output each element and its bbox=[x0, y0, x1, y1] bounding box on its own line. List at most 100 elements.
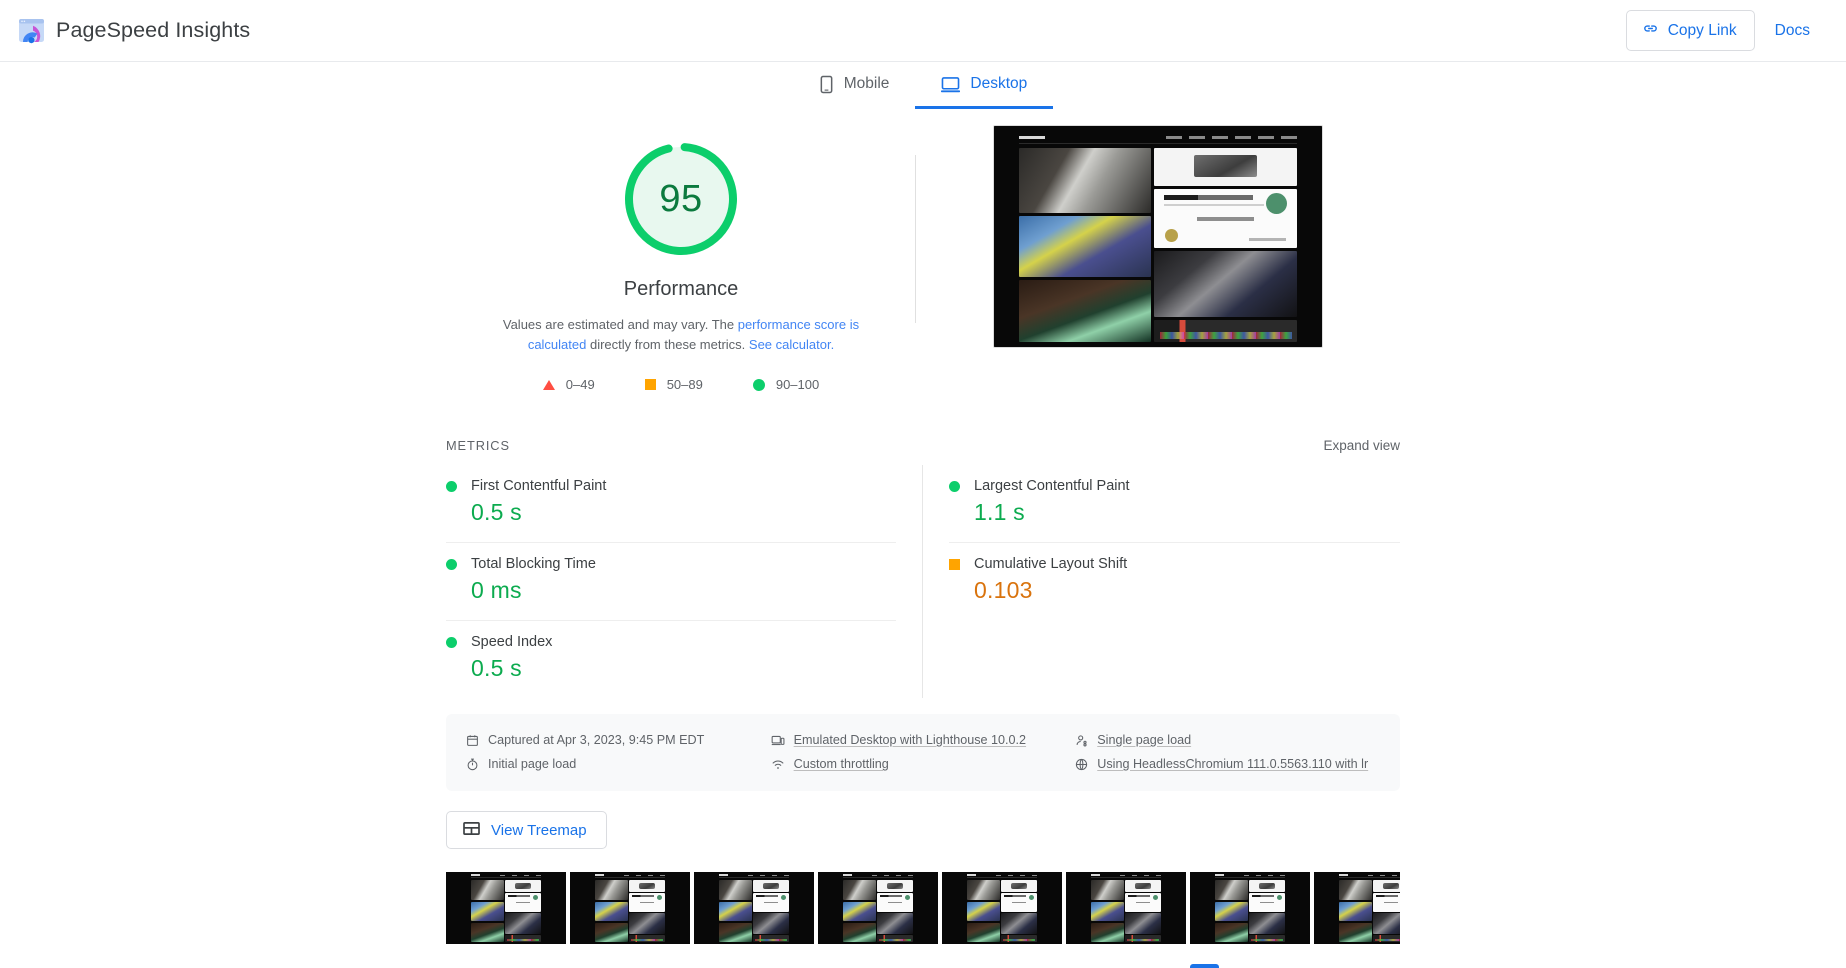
metric-name: Largest Contentful Paint bbox=[974, 478, 1130, 494]
browser-globe-icon bbox=[1075, 758, 1088, 771]
link-icon bbox=[1642, 20, 1659, 41]
audit-filter-chip-all[interactable]: All bbox=[1190, 964, 1219, 968]
tabs-group: Mobile Desktop bbox=[793, 62, 1054, 109]
gauge-desc-middle: directly from these metrics. bbox=[586, 337, 749, 352]
environment-column-1: Captured at Apr 3, 2023, 9:45 PM EDT Ini… bbox=[466, 728, 771, 776]
environment-column-3: Single page load Using HeadlessChromium … bbox=[1075, 728, 1380, 776]
legend-item-fail: 0–49 bbox=[542, 377, 595, 392]
tab-desktop-label: Desktop bbox=[970, 75, 1028, 92]
performance-score: 95 bbox=[659, 177, 703, 220]
filmstrip-frame[interactable] bbox=[1190, 872, 1310, 944]
metric-value: 0 ms bbox=[471, 577, 522, 603]
metric-name: Cumulative Layout Shift bbox=[974, 556, 1128, 572]
metric-first-contentful-paint[interactable]: First Contentful Paint 0.5 s bbox=[446, 465, 896, 543]
audit-filter-row: Show audits relevant to: All FCP LCP TBT… bbox=[446, 964, 1400, 968]
header-actions: Copy Link Docs bbox=[1625, 10, 1824, 51]
gauge-category-label: Performance bbox=[623, 278, 739, 300]
stopwatch-icon bbox=[466, 758, 479, 771]
metric-value: 0.5 s bbox=[471, 499, 522, 525]
filmstrip bbox=[446, 872, 1400, 944]
metric-name: Speed Index bbox=[471, 634, 553, 650]
filmstrip-frame[interactable] bbox=[818, 872, 938, 944]
square-orange-icon bbox=[949, 558, 960, 570]
single-user-icon bbox=[1075, 734, 1088, 747]
desktop-monitor-icon bbox=[941, 76, 961, 93]
env-text[interactable]: Using HeadlessChromium 111.0.5563.110 wi… bbox=[1097, 757, 1368, 771]
legend-range-fail: 0–49 bbox=[565, 377, 595, 392]
devices-icon bbox=[771, 734, 785, 747]
mobile-phone-icon bbox=[819, 75, 834, 94]
metric-name: Total Blocking Time bbox=[471, 556, 596, 572]
filmstrip-frame[interactable] bbox=[1314, 872, 1400, 944]
env-single-page-load[interactable]: Single page load bbox=[1075, 728, 1380, 752]
final-screenshot-section bbox=[916, 121, 1400, 348]
environment-column-2: Emulated Desktop with Lighthouse 10.0.2 … bbox=[771, 728, 1076, 776]
expand-view-toggle[interactable]: Expand view bbox=[1323, 438, 1400, 453]
metric-total-blocking-time[interactable]: Total Blocking Time 0 ms bbox=[446, 543, 896, 621]
metric-value: 0.5 s bbox=[471, 655, 522, 681]
treemap-icon bbox=[463, 821, 480, 839]
metrics-column-right: Largest Contentful Paint 1.1 s Cumulativ… bbox=[923, 465, 1400, 698]
filmstrip-frame[interactable] bbox=[942, 872, 1062, 944]
tab-mobile[interactable]: Mobile bbox=[793, 62, 916, 109]
report-container: 95 Performance Values are estimated and … bbox=[446, 109, 1400, 968]
metric-name: First Contentful Paint bbox=[471, 478, 607, 494]
env-text[interactable]: Single page load bbox=[1097, 733, 1191, 747]
app-header: PageSpeed Insights Copy Link Docs bbox=[0, 0, 1846, 62]
env-initial-page-load: Initial page load bbox=[466, 752, 771, 776]
copy-link-label: Copy Link bbox=[1667, 21, 1737, 39]
network-throttle-icon bbox=[771, 758, 785, 771]
circle-green-icon bbox=[752, 378, 765, 391]
metrics-column-left: First Contentful Paint 0.5 s Total Block… bbox=[446, 465, 923, 698]
treemap-row: View Treemap bbox=[446, 811, 1400, 849]
filmstrip-frame[interactable] bbox=[446, 872, 566, 944]
legend-item-average: 50–89 bbox=[644, 377, 703, 392]
metrics-section-title: METRICS bbox=[446, 438, 510, 453]
tab-mobile-label: Mobile bbox=[843, 75, 890, 92]
environment-bar: Captured at Apr 3, 2023, 9:45 PM EDT Ini… bbox=[446, 714, 1400, 791]
circle-green-icon bbox=[446, 480, 457, 492]
form-factor-tabs: Mobile Desktop bbox=[0, 62, 1846, 109]
gauge-desc-prefix: Values are estimated and may vary. The bbox=[502, 317, 738, 332]
circle-green-icon bbox=[446, 636, 457, 648]
pagespeed-logo-icon bbox=[18, 17, 45, 44]
env-throttling[interactable]: Custom throttling bbox=[771, 752, 1076, 776]
metric-largest-contentful-paint[interactable]: Largest Contentful Paint 1.1 s bbox=[949, 465, 1400, 543]
performance-gauge[interactable]: 95 bbox=[619, 137, 743, 261]
triangle-red-icon bbox=[542, 379, 555, 390]
filmstrip-frame[interactable] bbox=[1066, 872, 1186, 944]
view-treemap-button[interactable]: View Treemap bbox=[446, 811, 607, 849]
metrics-header: METRICS Expand view bbox=[446, 438, 1400, 453]
filmstrip-frame[interactable] bbox=[570, 872, 690, 944]
env-user-agent[interactable]: Using HeadlessChromium 111.0.5563.110 wi… bbox=[1075, 752, 1380, 776]
metric-cumulative-layout-shift[interactable]: Cumulative Layout Shift 0.103 bbox=[949, 543, 1400, 620]
final-screenshot[interactable] bbox=[993, 125, 1323, 348]
view-treemap-label: View Treemap bbox=[491, 821, 587, 839]
metrics-grid: First Contentful Paint 0.5 s Total Block… bbox=[446, 465, 1400, 698]
tab-desktop[interactable]: Desktop bbox=[915, 62, 1054, 109]
env-text[interactable]: Emulated Desktop with Lighthouse 10.0.2 bbox=[794, 733, 1026, 747]
calendar-icon bbox=[466, 734, 479, 747]
copy-link-button[interactable]: Copy Link bbox=[1625, 10, 1755, 51]
env-text[interactable]: Custom throttling bbox=[794, 757, 889, 771]
filmstrip-frame[interactable] bbox=[694, 872, 814, 944]
brand: PageSpeed Insights bbox=[18, 17, 250, 44]
env-text: Initial page load bbox=[488, 757, 577, 771]
legend-range-average: 50–89 bbox=[666, 377, 703, 392]
legend-range-pass: 90–100 bbox=[775, 377, 820, 392]
captured-page-preview bbox=[994, 126, 1322, 347]
env-text: Captured at Apr 3, 2023, 9:45 PM EDT bbox=[488, 733, 705, 747]
metric-value: 1.1 s bbox=[974, 499, 1025, 525]
circle-green-icon bbox=[446, 558, 457, 570]
app-title: PageSpeed Insights bbox=[56, 18, 251, 42]
score-gauge-section: 95 Performance Values are estimated and … bbox=[446, 121, 916, 392]
gauge-description: Values are estimated and may vary. The p… bbox=[481, 315, 881, 355]
docs-link[interactable]: Docs bbox=[1761, 13, 1824, 49]
square-orange-icon bbox=[644, 379, 656, 390]
env-emulated-device[interactable]: Emulated Desktop with Lighthouse 10.0.2 bbox=[771, 728, 1076, 752]
metric-speed-index[interactable]: Speed Index 0.5 s bbox=[446, 621, 896, 698]
legend-item-pass: 90–100 bbox=[752, 377, 820, 392]
summary-row: 95 Performance Values are estimated and … bbox=[446, 115, 1400, 392]
env-captured-at: Captured at Apr 3, 2023, 9:45 PM EDT bbox=[466, 728, 771, 752]
see-calculator-link[interactable]: See calculator. bbox=[749, 337, 834, 352]
